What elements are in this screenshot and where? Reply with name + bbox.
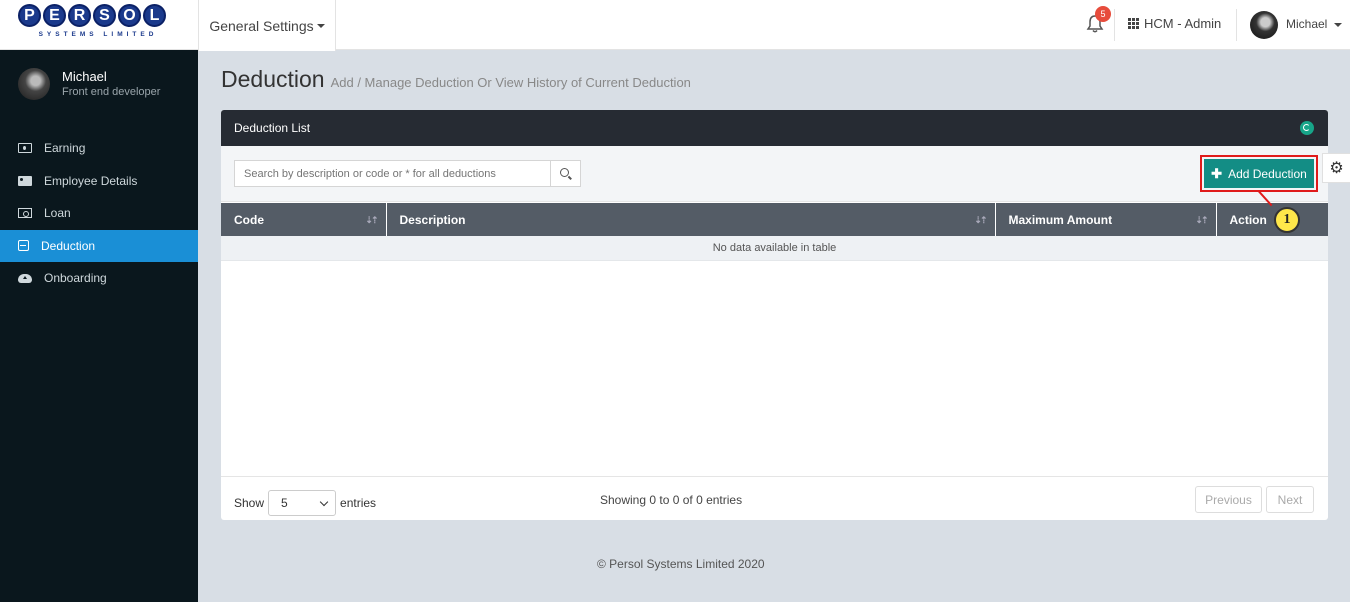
refresh-icon[interactable] [1300, 121, 1314, 135]
divider [1114, 9, 1115, 41]
showing-info: Showing 0 to 0 of 0 entries [600, 493, 743, 507]
notification-badge: 5 [1095, 6, 1111, 22]
app-label: HCM - Admin [1144, 16, 1222, 31]
sidebar-item-loan[interactable]: Loan [0, 197, 198, 229]
column-header-code[interactable]: Code ⇣⇡ [221, 203, 387, 236]
page-size-select[interactable]: 5 [268, 490, 337, 516]
id-card-icon [18, 175, 32, 186]
empty-table-message: No data available in table [221, 236, 1328, 261]
profile-name: Michael [62, 69, 107, 84]
sidebar-item-employee-details[interactable]: Employee Details [0, 165, 198, 197]
panel-header: Deduction List [221, 110, 1328, 146]
sidebar-item-earning[interactable]: Earning [0, 132, 198, 164]
panel-title: Deduction List [234, 121, 311, 135]
table-row: No data available in table [221, 236, 1328, 261]
top-bar: P E R S O L SYSTEMS LIMITED General Sett… [0, 0, 1350, 51]
page-heading: Deduction Add / Manage Deduction Or View… [221, 66, 691, 93]
panel-toolbar [221, 146, 1328, 202]
sort-icon: ⇣⇡ [1195, 215, 1208, 225]
sidebar-item-label: Onboarding [44, 271, 107, 286]
sidebar: Michael Front end developer Earning Empl… [0, 50, 198, 602]
logo-letter: L [143, 4, 166, 27]
sidebar-item-label: Loan [44, 206, 71, 221]
previous-button[interactable]: Previous [1195, 486, 1262, 513]
logo-subtitle: SYSTEMS LIMITED [38, 31, 158, 38]
logo-letter: O [118, 4, 141, 27]
sidebar-item-label: Earning [44, 141, 86, 155]
profile-role: Front end developer [62, 86, 161, 98]
user-menu[interactable]: Michael [1286, 17, 1342, 31]
deduction-panel: Deduction List [221, 110, 1328, 520]
page-title: Deduction [221, 66, 325, 92]
sidebar-item-label: Employee Details [44, 173, 138, 188]
page-size-control: Show 5 entries [234, 490, 376, 516]
logo-letter: E [43, 4, 66, 27]
logo-letter: S [93, 4, 116, 27]
user-avatar[interactable] [1250, 11, 1278, 39]
page-subtitle: Add / Manage Deduction Or View History o… [330, 75, 691, 90]
add-deduction-button[interactable]: ✚ Add Deduction [1204, 159, 1314, 188]
deduction-icon [18, 240, 29, 252]
caret-down-icon [1333, 22, 1342, 27]
gear-icon: ⚙ [1329, 160, 1344, 177]
show-label: Show [234, 496, 265, 510]
column-header-description[interactable]: Description ⇣⇡ [386, 203, 996, 236]
sidebar-item-onboarding[interactable]: Onboarding [0, 262, 198, 294]
sidebar-item-deduction[interactable]: Deduction [0, 229, 198, 262]
callout-marker: 1 [1274, 207, 1300, 233]
general-settings-label: General Settings [209, 17, 314, 34]
divider [1236, 9, 1237, 41]
app-switcher[interactable]: HCM - Admin [1128, 16, 1221, 31]
money-icon [18, 143, 32, 153]
sidebar-profile: Michael Front end developer [18, 68, 160, 100]
search-input[interactable] [234, 160, 551, 187]
column-header-maximum-amount[interactable]: Maximum Amount ⇣⇡ [995, 203, 1217, 236]
sidebar-item-label: Deduction [41, 238, 96, 253]
entries-label: entries [340, 496, 377, 510]
logo-letter: P [18, 4, 41, 27]
user-name: Michael [1286, 17, 1328, 31]
general-settings-dropdown[interactable]: General Settings [198, 0, 336, 51]
deduction-table: Code ⇣⇡ Description ⇣⇡ Maximum Amount ⇣⇡… [221, 203, 1328, 261]
add-deduction-label: Add Deduction [1228, 166, 1307, 181]
loan-icon [18, 208, 32, 219]
logo-letter: R [68, 4, 91, 27]
sidebar-nav: Earning Employee Details Loan Deduction … [0, 132, 198, 295]
copyright-text: © Persol Systems Limited 2020 [597, 557, 765, 571]
cloud-upload-icon [18, 273, 32, 283]
plus-icon: ✚ [1211, 165, 1223, 181]
grid-icon [1128, 18, 1139, 29]
persol-logo[interactable]: P E R S O L SYSTEMS LIMITED [18, 4, 180, 44]
column-header-action: Action [1216, 203, 1328, 236]
next-button[interactable]: Next [1266, 486, 1314, 513]
caret-down-icon [316, 23, 325, 28]
table-footer: Show 5 entries Showing 0 to 0 of 0 entri… [221, 476, 1328, 520]
search-button[interactable] [551, 160, 581, 187]
avatar [18, 68, 50, 100]
settings-gear-tab[interactable]: ⚙ [1322, 153, 1350, 183]
sort-icon: ⇣⇡ [974, 215, 987, 225]
sort-icon: ⇣⇡ [365, 215, 378, 225]
